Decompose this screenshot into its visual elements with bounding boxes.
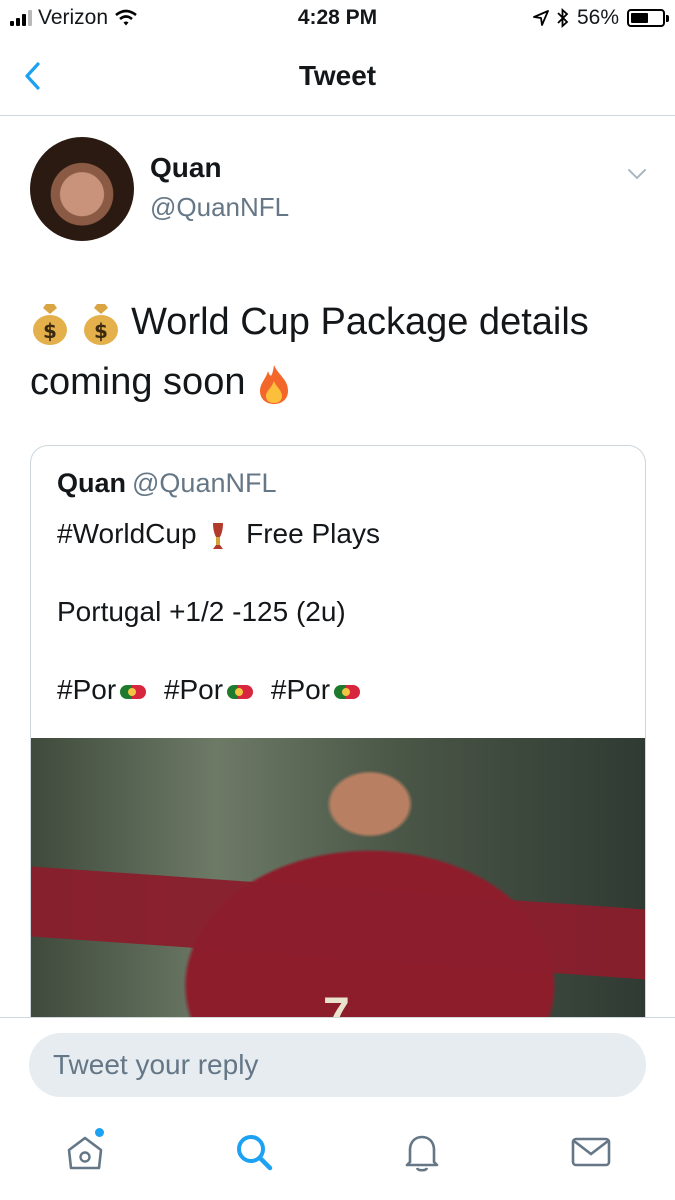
hashtag-por[interactable]: #Por bbox=[57, 674, 116, 705]
avatar[interactable] bbox=[30, 137, 134, 241]
svg-text:$: $ bbox=[43, 319, 57, 343]
notifications-icon[interactable] bbox=[400, 1130, 444, 1174]
location-arrow-icon bbox=[533, 10, 549, 26]
reply-input[interactable]: Tweet your reply bbox=[29, 1033, 646, 1097]
bluetooth-icon bbox=[557, 8, 569, 28]
quoted-line-2: Portugal +1/2 -125 (2u) bbox=[57, 596, 346, 627]
world-cup-trophy-icon bbox=[213, 522, 224, 549]
status-right: 56% bbox=[533, 6, 669, 30]
home-new-indicator bbox=[95, 1128, 104, 1137]
page-title: Tweet bbox=[298, 60, 377, 91]
messages-icon[interactable] bbox=[569, 1130, 613, 1174]
nav-bar: Tweet bbox=[0, 40, 675, 116]
quoted-tweet-photo[interactable]: 7 bbox=[31, 738, 645, 1064]
search-icon[interactable] bbox=[232, 1130, 276, 1174]
status-bar: Verizon 4:28 PM 56% bbox=[0, 0, 675, 40]
author-name[interactable]: Quan bbox=[150, 152, 222, 184]
quoted-author-name: Quan bbox=[57, 468, 127, 498]
portugal-flag-icon bbox=[227, 684, 254, 699]
tweet-text: $ $ World Cup Package details coming soo… bbox=[30, 292, 650, 412]
svg-text:$: $ bbox=[94, 319, 108, 343]
quoted-tweet-card[interactable]: Quan @QuanNFL #WorldCup Free Plays Portug… bbox=[30, 445, 646, 1065]
hashtag-worldcup[interactable]: #WorldCup bbox=[57, 518, 197, 549]
battery-percent: 56% bbox=[576, 6, 619, 29]
quoted-line-1: #WorldCup Free Plays bbox=[57, 518, 380, 551]
tweet-text-line2: coming soon bbox=[30, 361, 246, 403]
battery-fill bbox=[631, 13, 648, 23]
author-handle[interactable]: @QuanNFL bbox=[150, 192, 289, 223]
chevron-down-icon[interactable] bbox=[625, 162, 649, 186]
fire-icon bbox=[260, 364, 289, 404]
quoted-tweet-header: Quan @QuanNFL bbox=[57, 468, 276, 499]
hashtag-por[interactable]: #Por bbox=[164, 674, 223, 705]
quoted-line-1-suffix: Free Plays bbox=[246, 518, 380, 549]
portugal-flag-icon bbox=[334, 684, 361, 699]
portugal-flag-icon bbox=[120, 684, 147, 699]
quoted-line-hashtags: #Por #Por #Por bbox=[57, 674, 370, 706]
quoted-author-handle: @QuanNFL bbox=[132, 468, 277, 498]
battery-nub bbox=[666, 15, 669, 22]
hashtag-por[interactable]: #Por bbox=[271, 674, 330, 705]
photo-player-arms bbox=[31, 866, 645, 980]
battery-icon bbox=[627, 9, 669, 27]
tweet-text-line1: World Cup Package details bbox=[131, 301, 589, 343]
reply-bar: Tweet your reply bbox=[0, 1017, 675, 1118]
money-bag-icon: $ bbox=[33, 303, 67, 345]
money-bag-icon: $ bbox=[83, 303, 118, 345]
